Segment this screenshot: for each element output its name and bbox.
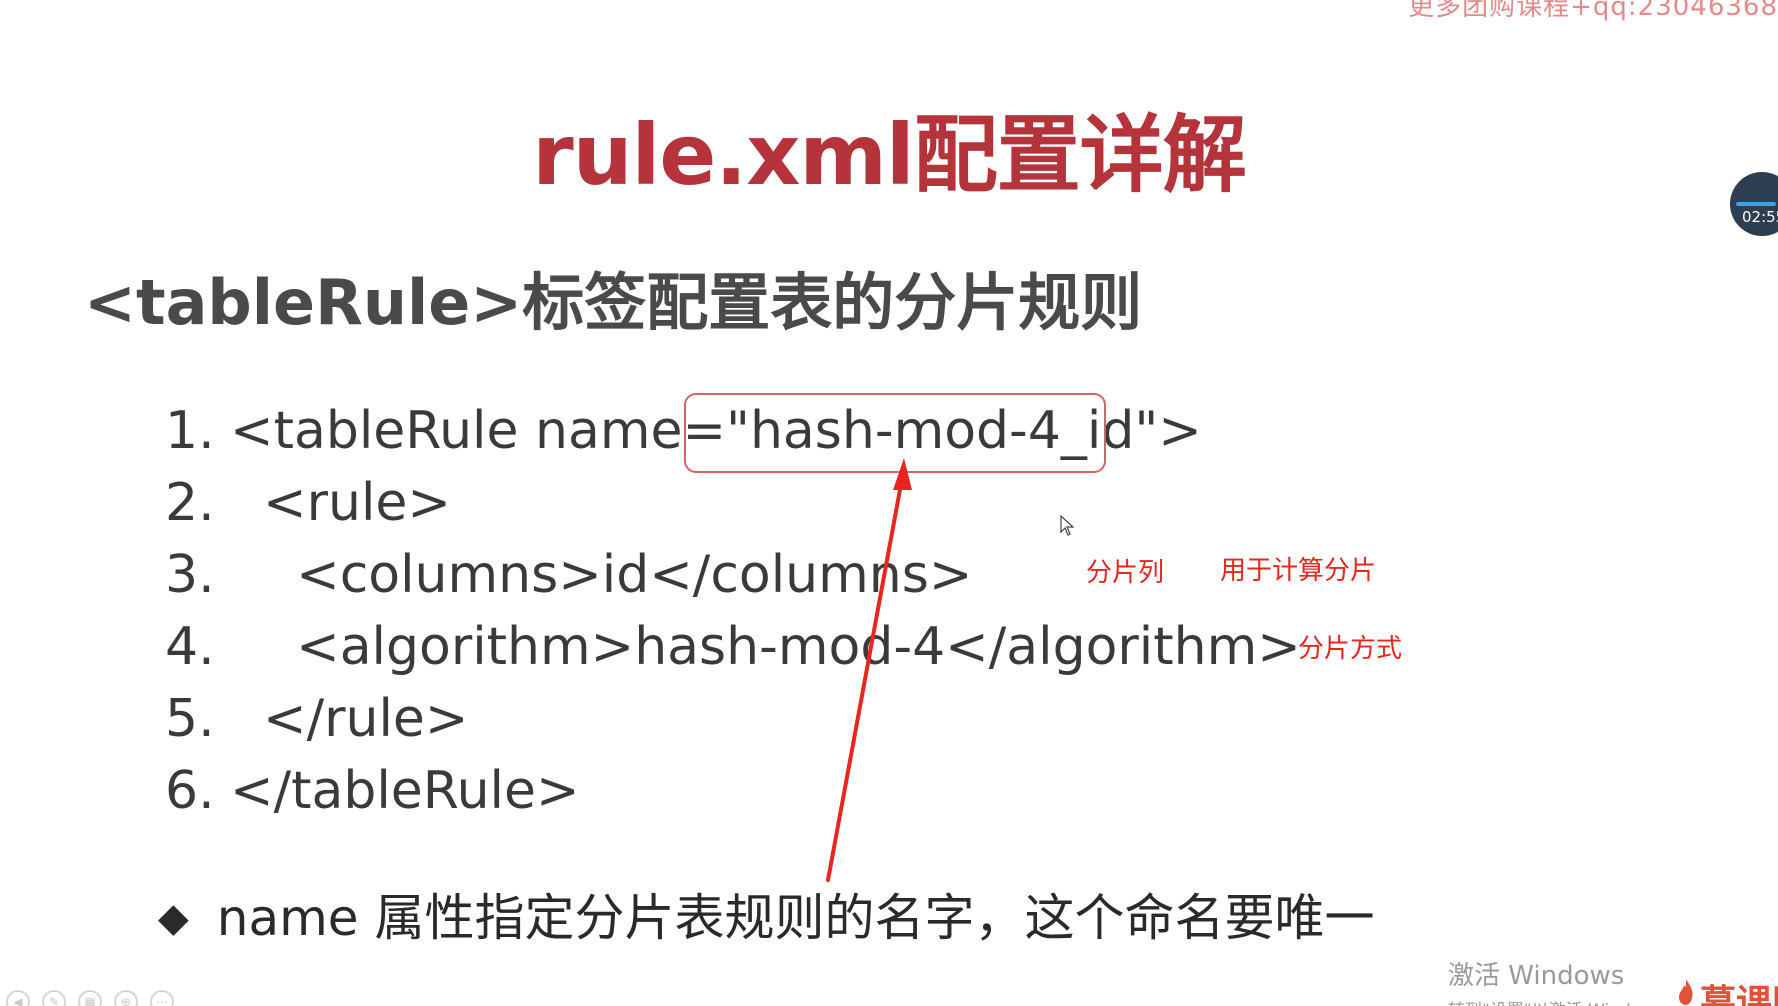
arrow-left-icon: ◀ [13,995,23,1006]
presentation-toolbar: ◀ ✎ ▦ ⊕ ⋯ [6,990,174,1006]
annotation-compute-shard: 用于计算分片 [1220,556,1377,586]
line-number: 3. [165,545,215,605]
line-number: 2. [165,473,215,533]
flame-logo-icon [1679,979,1693,1005]
zoom-icon: ⊕ [120,995,132,1006]
zoom-button[interactable]: ⊕ [114,990,138,1006]
code-text: </tableRule> [230,761,580,821]
grid-icon: ▦ [84,995,96,1006]
more-icon: ⋯ [156,995,168,1006]
name-highlight-box [684,393,1106,473]
pen-icon: ✎ [48,995,60,1006]
mouse-cursor-icon [1060,515,1075,536]
code-text: </rule> [230,689,469,749]
slides-overview-button[interactable]: ▦ [78,990,102,1006]
annotation-shard-method: 分片方式 [1298,634,1403,664]
timer-text: 02:55 [1742,208,1778,226]
code-text: <columns>id</columns> [230,545,973,605]
slide-canvas: 更多团购课程+qq:23046368 rule.xml配置详解 <tableRu… [0,0,1778,1006]
bullet-point: ◆ name 属性指定分片表规则的名字，这个命名要唯一 [158,878,1374,950]
line-number: 6. [165,761,215,821]
slide-title: rule.xml配置详解 [532,106,1246,204]
annotation-shard-column: 分片列 [1086,558,1165,588]
brand-logo: 慕课网 [1700,983,1778,1006]
watermark-text: 更多团购课程+qq:23046368 [1408,0,1778,22]
activate-windows-title: 激活 Windows [1448,961,1625,991]
activate-windows-notice: 激活 Windows 转到"设置"以激活 Windows。 [1448,955,1681,1006]
diamond-bullet-icon: ◆ [158,895,189,941]
line-number: 1. [165,401,215,461]
code-line: 5. </rule> [165,683,1301,755]
prev-slide-button[interactable]: ◀ [6,990,30,1006]
activate-windows-hint: 转到"设置"以激活 Windows。 [1448,996,1681,1006]
code-line: 4. <algorithm>hash-mod-4</algorithm> [165,611,1301,683]
code-line: 2. <rule> [165,467,1301,539]
slide-subtitle: <tableRule>标签配置表的分片规则 [84,266,1143,339]
code-line: 6. </tableRule> [165,755,1301,827]
code-text: <rule> [230,473,451,533]
code-text: <algorithm>hash-mod-4</algorithm> [230,617,1301,677]
bullet-text: name 属性指定分片表规则的名字，这个命名要唯一 [216,889,1375,947]
line-number: 5. [165,689,215,749]
pen-tool-button[interactable]: ✎ [42,990,66,1006]
line-number: 4. [165,617,215,677]
more-options-button[interactable]: ⋯ [150,990,174,1006]
